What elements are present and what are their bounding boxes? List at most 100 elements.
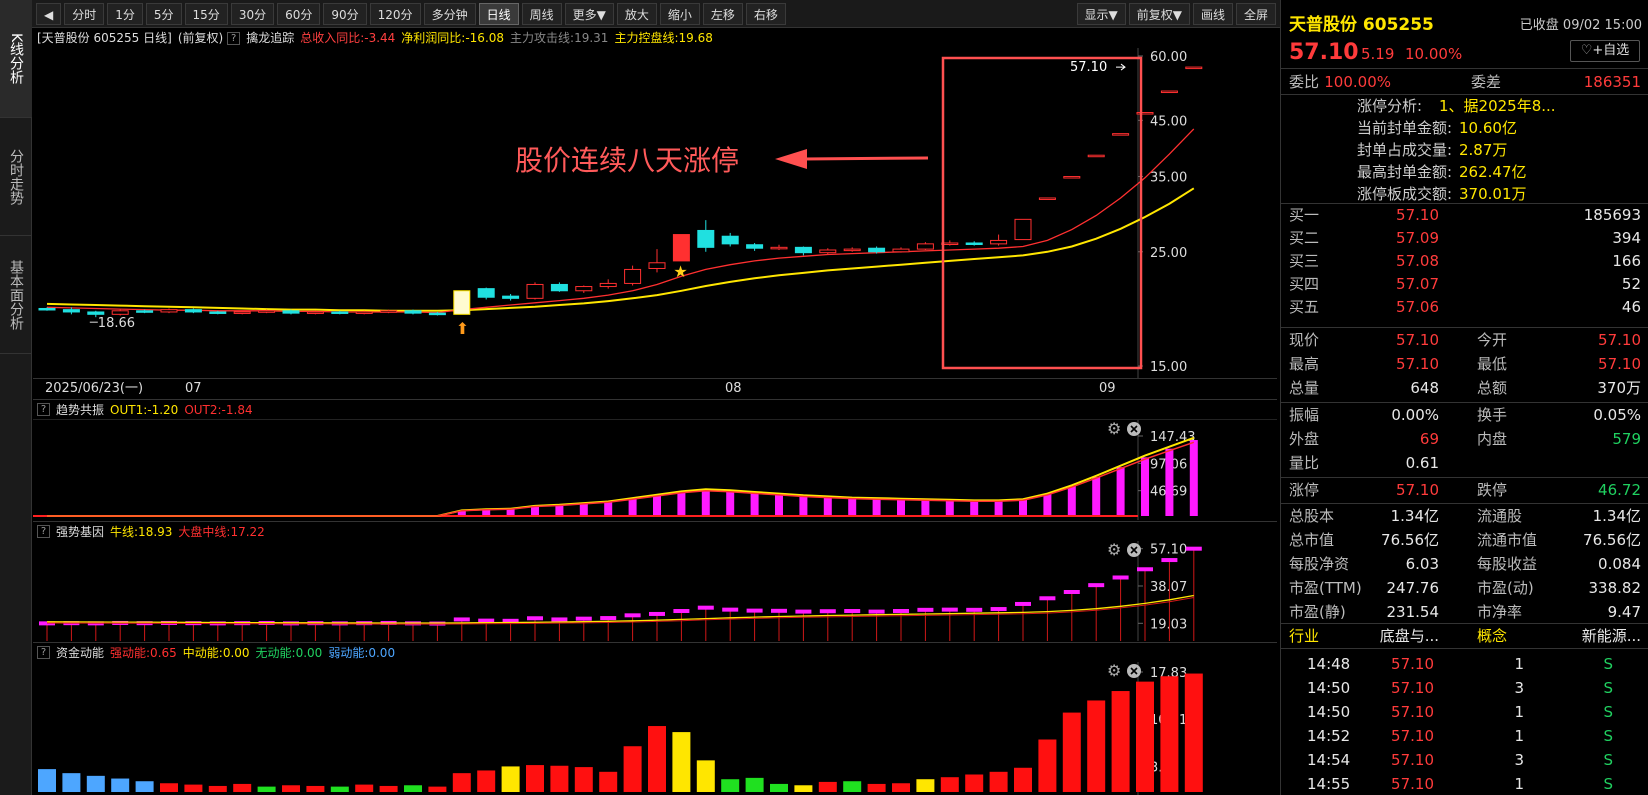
sub1-bar (579, 503, 588, 516)
nav-fundamentals[interactable]: 基本面分析 (0, 236, 32, 354)
sub1-info-bar: ? 趋势共振 OUT1:-1.20 OUT2:-1.84 (33, 400, 1277, 420)
sub3-bar (111, 778, 130, 792)
period-button-10[interactable]: 周线 (521, 2, 562, 25)
candle (648, 262, 666, 269)
period-button-9[interactable]: 日线 (478, 2, 519, 25)
sub2-name[interactable]: 强势基因 (56, 522, 104, 541)
sub1-help-icon[interactable]: ? (37, 403, 50, 416)
annotation-arrow (802, 156, 929, 161)
period-button-3[interactable]: 15分 (184, 2, 228, 25)
add-watchlist-button[interactable]: ♡+自选 (1570, 40, 1640, 62)
concept-value[interactable]: 新能源... (1582, 624, 1641, 648)
sub3-bar (526, 765, 544, 792)
webi-label: 委比 (1289, 73, 1320, 91)
candle (282, 310, 300, 314)
sub2-tick-label: 19.03 (1150, 617, 1187, 632)
gear-icon[interactable]: ⚙ (1107, 420, 1121, 438)
period-button-11[interactable]: 更多▼ (564, 2, 614, 25)
chart-area: [天普股份 605255 日线] (前复权) ? 擒龙追踪 总收入同比:-3.4… (33, 28, 1277, 795)
sub3-bar (794, 785, 813, 792)
toolbar-right-button-2[interactable]: 画线 (1192, 2, 1233, 25)
sub3-bar (745, 777, 764, 792)
period-button-2[interactable]: 5分 (145, 2, 182, 25)
revenue-yoy: 总收入同比:-3.44 (300, 31, 396, 45)
sub3-bar (1160, 676, 1179, 792)
period-button-5[interactable]: 60分 (277, 2, 321, 25)
bid-row: 买四 57.07 52 (1281, 273, 1648, 296)
candle (477, 288, 495, 298)
period-button-6[interactable]: 90分 (323, 2, 367, 25)
indicator-name[interactable]: 擒龙追踪 (246, 28, 294, 48)
main-info-bar: [天普股份 605255 日线] (前复权) ? 擒龙追踪 总收入同比:-3.4… (33, 28, 1277, 48)
period-button-7[interactable]: 120分 (369, 2, 421, 25)
bid-row: 买一 57.10 185693 (1281, 204, 1648, 227)
sub3-bar (135, 781, 154, 792)
toolbar-right-button-3[interactable]: 全屏 (1235, 2, 1276, 25)
tick-side: S (1603, 775, 1613, 793)
period-button-15[interactable]: 右移 (745, 2, 786, 25)
sub2-mid-line (46, 597, 1194, 625)
sub2-marker (1015, 601, 1031, 606)
sub2-chart[interactable]: 57.10 38.07 19.03 ⚙ (33, 541, 1277, 641)
stat-value: 247.76 (1386, 579, 1440, 597)
candle (599, 282, 617, 288)
tick-time: 14:55 (1307, 775, 1351, 793)
webi-row: 委比 100.00% 委差 186351 (1281, 70, 1648, 94)
tick-volume: 1 (1514, 727, 1524, 745)
sub2-help-icon[interactable]: ? (37, 525, 50, 538)
bid-label: 买二 (1289, 229, 1320, 247)
sub2-marker (1185, 546, 1202, 551)
candle (990, 239, 1008, 245)
main-chart[interactable]: 60.00 45.00 35.00 25.00 15.00 ⬆ ★ 18.66 股价连续八天涨停… (33, 48, 1277, 378)
gear-icon[interactable]: ⚙ (1107, 541, 1121, 559)
sub3-help-icon[interactable]: ? (37, 646, 50, 659)
toolbar-right-button-1[interactable]: 前复权▼ (1128, 2, 1190, 25)
toolbar-right-button-0[interactable]: 显示▼ (1076, 2, 1126, 25)
candle (331, 311, 349, 314)
limit-analysis-label: 封单占成交量: (1357, 141, 1453, 159)
weicha-value: 186351 (1583, 73, 1641, 91)
stat-value: 9.47 (1607, 603, 1641, 621)
tick-price: 57.10 (1391, 703, 1434, 721)
sub1-name[interactable]: 趋势共振 (56, 400, 104, 419)
rocket-icon: ⬆ (456, 319, 469, 338)
period-button-0[interactable]: 分时 (64, 2, 105, 25)
industry-value[interactable]: 底盘与... (1380, 624, 1439, 648)
period-button-14[interactable]: 左移 (702, 2, 743, 25)
sub1-chart[interactable]: 147.4397.0646.69⚙ (33, 420, 1277, 520)
back-button[interactable]: ◀ (36, 2, 62, 25)
sub1-bar (1165, 448, 1174, 516)
limit-down-label: 跌停 (1477, 481, 1508, 499)
nav-timeshare[interactable]: 分时走势 (0, 118, 32, 236)
gear-icon[interactable]: ⚙ (1107, 662, 1121, 680)
sub2-bull: 牛线:18.93 (110, 524, 173, 539)
sub1-bar (897, 499, 905, 516)
limit-analysis-row: 涨停分析: 1、据2025年8... (1281, 95, 1648, 117)
period-button-1[interactable]: 1分 (107, 2, 143, 25)
sub3-none: 无动能:0.00 (255, 645, 323, 660)
candle (1038, 197, 1056, 200)
period-button-4[interactable]: 30分 (230, 2, 275, 25)
bid-volume: 52 (1621, 275, 1641, 293)
price-tick-label: 60.00 (1150, 50, 1187, 65)
limit-analysis-row: 封单占成交量: 2.87万 (1281, 139, 1648, 161)
price-change: 5.19 (1361, 45, 1395, 63)
bid-row: 买二 57.09 394 (1281, 227, 1648, 250)
candle (1160, 90, 1178, 94)
industry-label: 行业 (1289, 627, 1320, 645)
nav-kline-analysis[interactable]: K线分析 (0, 0, 32, 118)
sub3-chart[interactable]: 17.8310.813.79⚙ (33, 662, 1277, 795)
sub2-marker (868, 609, 885, 614)
sub1-bar (970, 500, 979, 516)
stat-value: 69 (1419, 430, 1439, 448)
period-button-8[interactable]: 多分钟 (423, 2, 476, 25)
sub2-marker (551, 617, 568, 622)
period-button-13[interactable]: 缩小 (659, 2, 700, 25)
sub3-name[interactable]: 资金动能 (56, 643, 104, 662)
sub3-bar (721, 779, 740, 792)
price-tick-label: 35.00 (1150, 171, 1187, 186)
low-price-label: 18.66 (98, 316, 135, 331)
sub2-marker (990, 607, 1007, 612)
help-icon[interactable]: ? (227, 31, 241, 45)
period-button-12[interactable]: 放大 (616, 2, 657, 25)
